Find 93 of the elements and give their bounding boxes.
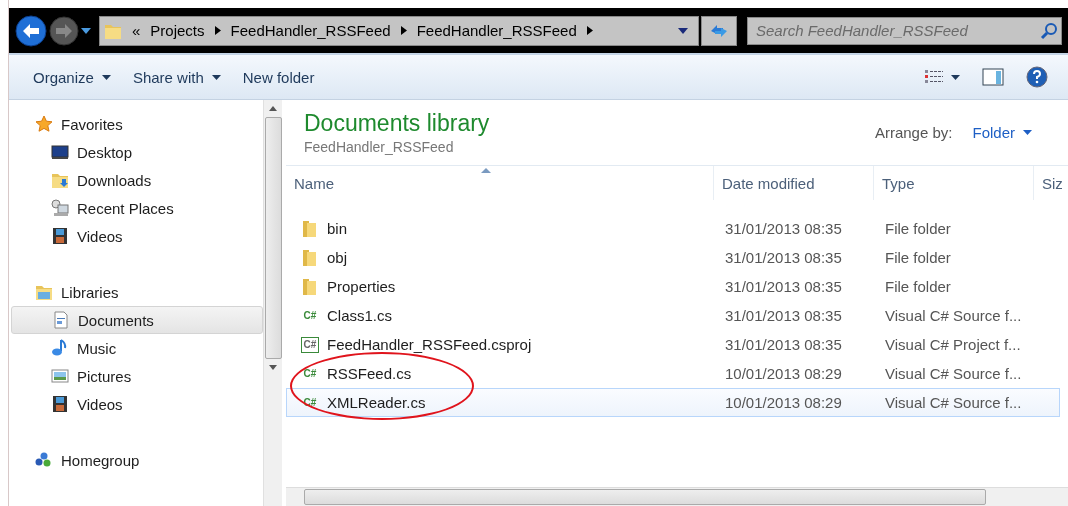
file-row[interactable]: bin 31/01/2013 08:35 File folder	[286, 214, 1060, 243]
table-cell: Visual C# Project f...	[885, 336, 1021, 353]
column-header[interactable]: Date modified	[714, 166, 874, 200]
caret-icon[interactable]	[81, 27, 91, 34]
csharp-project-icon: C#	[301, 336, 319, 353]
refresh-button[interactable]	[701, 15, 737, 46]
nav-group[interactable]: Homegroup	[11, 446, 263, 474]
preview-pane-icon[interactable]	[982, 68, 1004, 86]
table-cell: 10/01/2013 08:29	[725, 394, 842, 411]
forward-icon[interactable]	[49, 15, 79, 46]
file-name[interactable]: XMLReader.cs	[327, 394, 426, 411]
scroll-thumb[interactable]	[264, 117, 282, 359]
network-balls-icon	[35, 451, 53, 469]
film-icon	[51, 227, 69, 245]
file-name[interactable]: RSSFeed.cs	[327, 365, 412, 382]
caret-icon[interactable]	[678, 27, 688, 34]
file-row[interactable]: C# FeedHandler_RSSFeed.csproj 31/01/2013 08:35 Visual C# Project f...	[286, 330, 1060, 359]
file-row[interactable]: C# RSSFeed.cs 10/01/2013 08:29 Visual C# Source f...	[286, 359, 1060, 388]
file-name[interactable]: obj	[327, 249, 348, 266]
column-header[interactable]: Name	[286, 166, 714, 200]
film-icon	[51, 395, 69, 413]
table-cell: File folder	[885, 249, 951, 266]
caret-icon	[951, 74, 960, 80]
table-cell: 31/01/2013 08:35	[725, 220, 842, 237]
scroll-up-arrow-icon[interactable]	[269, 106, 277, 111]
table-cell: 31/01/2013 08:35	[725, 336, 842, 353]
breadcrumb-overflow[interactable]: «	[132, 22, 141, 39]
search-field[interactable]: Search FeedHandler_RSSFeed	[747, 16, 1062, 45]
star-icon	[35, 115, 53, 133]
breadcrumb[interactable]: FeedHandler_RSSFeed	[230, 22, 391, 39]
nav-group[interactable]: Favorites	[11, 110, 263, 138]
nav-item[interactable]: Desktop	[11, 138, 263, 166]
table-cell: File folder	[885, 220, 951, 237]
nav-item[interactable]: Videos	[11, 390, 263, 418]
nav-item[interactable]: Pictures	[11, 362, 263, 390]
scrollbar[interactable]	[263, 100, 282, 506]
address-bar[interactable]: « Projects FeedHandler_RSSFeed FeedHandler_RSSFeed	[99, 15, 699, 46]
table-cell: File folder	[885, 278, 951, 295]
scroll-down-arrow-icon[interactable]	[269, 365, 277, 370]
dropdown-button[interactable]: Organize	[33, 66, 111, 88]
horizontal-scrollbar[interactable]	[286, 487, 1068, 506]
arrange-label: Arrange by:	[874, 124, 953, 141]
table-cell: Visual C# Source f...	[885, 365, 1022, 382]
file-name[interactable]: bin	[327, 220, 348, 237]
nav-item[interactable]: Videos	[11, 222, 263, 250]
caret-icon	[1023, 130, 1032, 135]
picture-icon	[51, 367, 69, 385]
arrange-dropdown[interactable]: Folder	[966, 123, 1038, 142]
file-name[interactable]: Class1.cs	[327, 307, 393, 324]
file-name[interactable]: Properties	[327, 278, 396, 295]
file-row[interactable]: obj 31/01/2013 08:35 File folder	[286, 243, 1060, 272]
breadcrumb[interactable]: FeedHandler_RSSFeed	[416, 22, 577, 39]
table-cell: 31/01/2013 08:35	[725, 249, 842, 266]
back-icon[interactable]	[15, 14, 47, 47]
csharp-file-icon: C#	[301, 366, 319, 381]
document-icon	[52, 311, 70, 329]
nav-item[interactable]: Downloads	[11, 166, 263, 194]
toolbar-button[interactable]: New folder	[242, 66, 315, 88]
sort-arrow-icon	[481, 168, 491, 173]
nav-group[interactable]: Libraries	[11, 278, 263, 306]
nav-item[interactable]: Music	[11, 334, 263, 362]
dropdown-button[interactable]: Share with	[132, 66, 221, 88]
csharp-file-icon: C#	[301, 308, 319, 323]
search-icon	[1040, 21, 1058, 40]
view-options-button[interactable]	[925, 68, 960, 86]
library-subtitle: FeedHandler_RSSFeed	[304, 139, 455, 155]
list-view-icon	[925, 70, 943, 84]
help-icon[interactable]	[1026, 66, 1048, 88]
table-cell: 31/01/2013 08:35	[725, 278, 842, 295]
library-icon	[35, 283, 53, 301]
monitor-icon	[51, 143, 69, 161]
table-cell: Visual C# Source f...	[885, 307, 1022, 324]
arrow-right-icon[interactable]	[400, 26, 407, 35]
nav-item[interactable]: Documents	[11, 306, 263, 334]
library-title: Documents library	[304, 110, 491, 137]
folder-icon	[301, 277, 319, 296]
column-header[interactable]: Siz	[1034, 166, 1068, 200]
table-cell: 10/01/2013 08:29	[725, 365, 842, 382]
file-name[interactable]: FeedHandler_RSSFeed.csproj	[327, 336, 532, 353]
breadcrumb[interactable]: Projects	[150, 22, 205, 39]
table-cell: Visual C# Source f...	[885, 394, 1022, 411]
clock-computer-icon	[51, 199, 69, 217]
music-note-icon	[51, 339, 69, 357]
file-row[interactable]: C# Class1.cs 31/01/2013 08:35 Visual C# Source f...	[286, 301, 1060, 330]
folder-icon	[301, 248, 319, 267]
folder-icon	[301, 219, 319, 238]
arrow-right-icon[interactable]	[214, 26, 221, 35]
nav-item[interactable]: Recent Places	[11, 194, 263, 222]
column-header[interactable]: Type	[874, 166, 1034, 200]
file-row[interactable]: Properties 31/01/2013 08:35 File folder	[286, 272, 1060, 301]
arrow-right-icon[interactable]	[586, 26, 593, 35]
table-cell: 31/01/2013 08:35	[725, 307, 842, 324]
folder-icon	[51, 171, 69, 189]
